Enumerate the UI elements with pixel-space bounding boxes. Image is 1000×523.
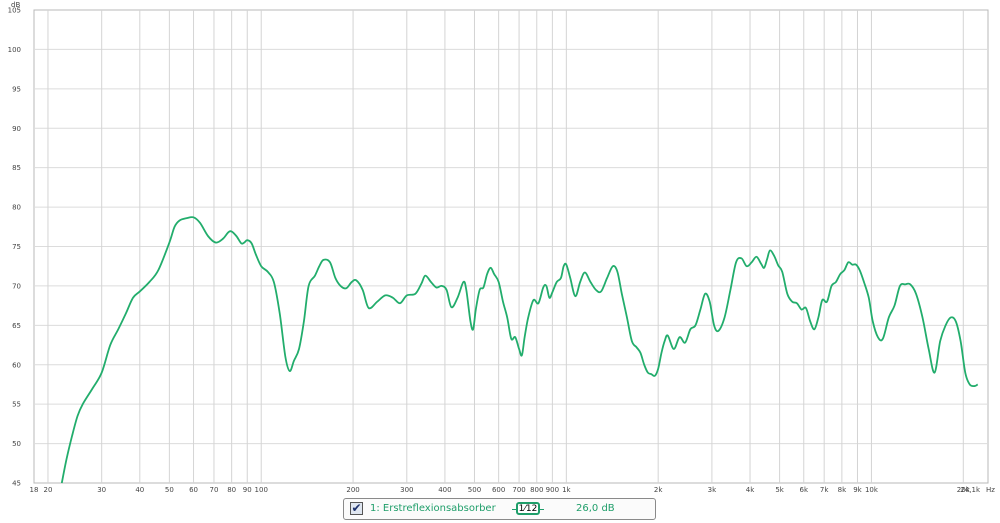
- x-axis-unit: Hz: [986, 486, 995, 494]
- y-tick-label: 100: [8, 46, 21, 54]
- x-tick-label: 10k: [865, 486, 879, 494]
- x-axis-tick-labels: 18 20 30 40 50 60 70 80 90 100 200 300 400 500 600 700 8…: [30, 486, 981, 494]
- y-tick-label: 80: [12, 204, 21, 212]
- x-tick-label: 3k: [708, 486, 717, 494]
- y-tick-label: 65: [12, 322, 21, 330]
- y-tick-label: 85: [12, 164, 21, 172]
- y-tick-label: 45: [12, 480, 21, 488]
- frequency-response-chart: 4550556065707580859095100105 18 20 30 40 50 6…: [8, 1, 996, 494]
- y-tick-label: 70: [12, 282, 21, 290]
- y-axis-unit: dB: [11, 1, 20, 9]
- x-tick-label: 4k: [746, 486, 755, 494]
- x-tick-label: 500: [468, 486, 481, 494]
- x-tick-label: 20: [44, 486, 53, 494]
- series-visibility-checkbox[interactable]: ✔: [350, 502, 363, 515]
- y-tick-label: 75: [12, 243, 21, 251]
- x-tick-label: 24,1k: [960, 486, 981, 494]
- x-tick-label: 90: [243, 486, 252, 494]
- x-tick-label: 600: [492, 486, 505, 494]
- series-legend: ✔ 1: Erstreflexionsabsorber 1⁄12 26,0 dB: [343, 498, 656, 520]
- x-tick-label: 400: [438, 486, 451, 494]
- x-tick-label: 50: [165, 486, 174, 494]
- x-tick-label: 9k: [853, 486, 862, 494]
- x-tick-label: 60: [189, 486, 198, 494]
- x-tick-label: 7k: [820, 486, 829, 494]
- x-tick-label: 6k: [799, 486, 808, 494]
- smoothing-selector[interactable]: 1⁄12: [512, 502, 544, 515]
- x-tick-label: 300: [400, 486, 413, 494]
- y-tick-label: 50: [12, 440, 21, 448]
- x-tick-label: 700: [512, 486, 525, 494]
- y-axis-tick-labels: 4550556065707580859095100105: [8, 7, 21, 488]
- x-tick-label: 5k: [775, 486, 784, 494]
- offset-value-label[interactable]: 26,0 dB: [576, 503, 615, 514]
- y-tick-label: 60: [12, 361, 21, 369]
- series-name-label[interactable]: 1: Erstreflexionsabsorber: [370, 503, 496, 514]
- x-tick-label: 30: [97, 486, 106, 494]
- x-tick-label: 80: [227, 486, 236, 494]
- x-tick-label: 70: [210, 486, 219, 494]
- y-tick-label: 90: [12, 125, 21, 133]
- y-tick-label: 95: [12, 85, 21, 93]
- x-tick-label: 200: [346, 486, 359, 494]
- x-tick-label: 8k: [838, 486, 847, 494]
- x-tick-label: 800: [530, 486, 543, 494]
- x-tick-label: 100: [255, 486, 268, 494]
- x-tick-label: 1k: [562, 486, 571, 494]
- y-tick-label: 55: [12, 401, 21, 409]
- x-tick-label: 2k: [654, 486, 663, 494]
- x-tick-label: 900: [546, 486, 559, 494]
- x-tick-label: 18: [30, 486, 39, 494]
- x-tick-label: 40: [135, 486, 144, 494]
